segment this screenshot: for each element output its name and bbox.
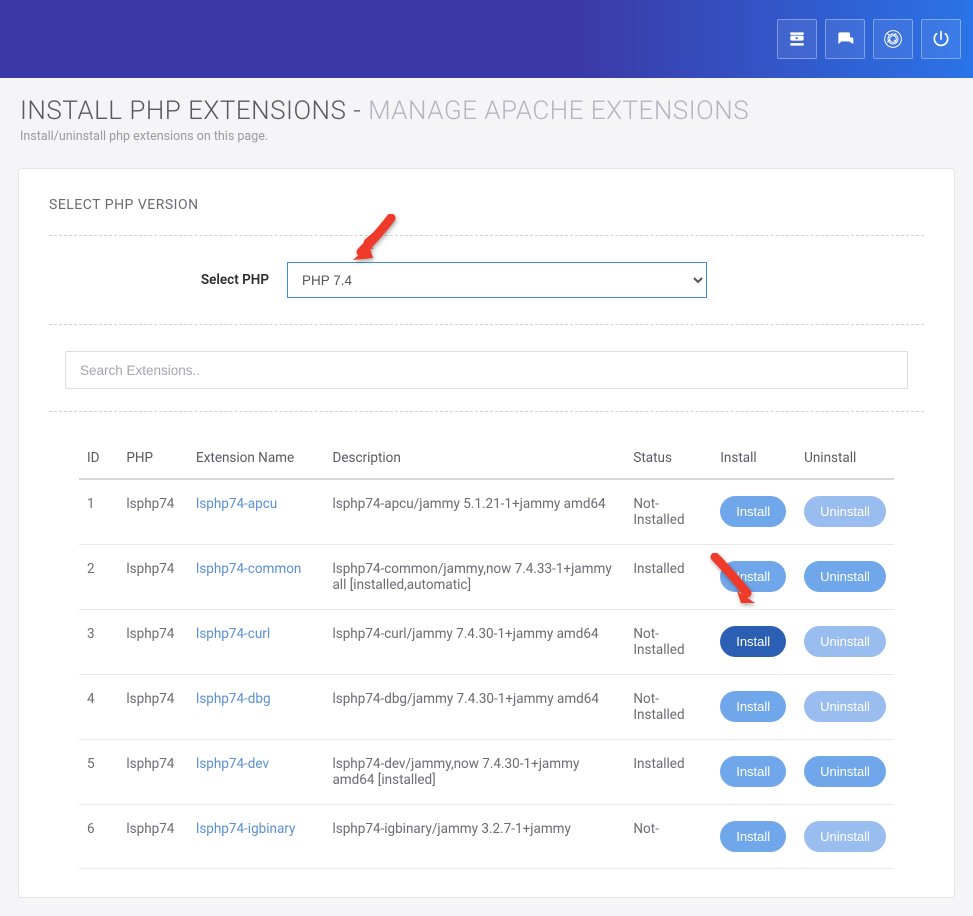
th-id: ID xyxy=(79,438,118,479)
uninstall-button[interactable]: Uninstall xyxy=(804,626,886,657)
cell-install: Install xyxy=(712,675,796,740)
cell-desc: lsphp74-dev/jammy,now 7.4.30-1+jammy amd… xyxy=(324,740,625,805)
th-desc: Description xyxy=(324,438,625,479)
cell-status: Not-Installed xyxy=(625,610,712,675)
uninstall-button[interactable]: Uninstall xyxy=(804,496,886,527)
install-button[interactable]: Install xyxy=(720,496,786,527)
uninstall-button[interactable]: Uninstall xyxy=(804,561,886,592)
table-row: 4lsphp74lsphp74-dbglsphp74-dbg/jammy 7.4… xyxy=(79,675,894,740)
cell-php: lsphp74 xyxy=(118,675,188,740)
cell-desc: lsphp74-common/jammy,now 7.4.33-1+jammy … xyxy=(324,545,625,610)
cell-id: 6 xyxy=(79,805,118,869)
divider xyxy=(49,324,924,325)
cell-status: Not- xyxy=(625,805,712,869)
cell-php: lsphp74 xyxy=(118,479,188,545)
cell-id: 3 xyxy=(79,610,118,675)
cell-install: Install xyxy=(712,479,796,545)
page-title-main: INSTALL PHP EXTENSIONS - xyxy=(20,96,361,126)
th-install: Install xyxy=(712,438,796,479)
cell-desc: lsphp74-curl/jammy 7.4.30-1+jammy amd64 xyxy=(324,610,625,675)
cell-php: lsphp74 xyxy=(118,740,188,805)
cell-ext: lsphp74-igbinary xyxy=(188,805,324,869)
divider xyxy=(49,411,924,412)
uninstall-button[interactable]: Uninstall xyxy=(804,821,886,852)
cell-desc: lsphp74-apcu/jammy 5.1.21-1+jammy amd64 xyxy=(324,479,625,545)
uninstall-button[interactable]: Uninstall xyxy=(804,691,886,722)
table-header-row: ID PHP Extension Name Description Status… xyxy=(79,438,894,479)
cell-ext: lsphp74-dbg xyxy=(188,675,324,740)
install-button[interactable]: Install xyxy=(720,561,786,592)
cell-status: Installed xyxy=(625,545,712,610)
php-select[interactable]: PHP 7.4 xyxy=(287,262,707,298)
main-card: SELECT PHP VERSION Select PHP PHP 7.4 ID… xyxy=(18,168,955,898)
table-row: 1lsphp74lsphp74-apculsphp74-apcu/jammy 5… xyxy=(79,479,894,545)
cell-desc: lsphp74-dbg/jammy 7.4.30-1+jammy amd64 xyxy=(324,675,625,740)
cell-id: 5 xyxy=(79,740,118,805)
cell-uninstall: Uninstall xyxy=(796,545,894,610)
search-wrap xyxy=(65,351,908,389)
table-row: 5lsphp74lsphp74-devlsphp74-dev/jammy,now… xyxy=(79,740,894,805)
cell-ext: lsphp74-apcu xyxy=(188,479,324,545)
search-input[interactable] xyxy=(65,351,908,389)
cell-uninstall: Uninstall xyxy=(796,740,894,805)
power-button[interactable] xyxy=(921,19,961,59)
cell-ext: lsphp74-dev xyxy=(188,740,324,805)
th-php: PHP xyxy=(118,438,188,479)
cell-ext: lsphp74-curl xyxy=(188,610,324,675)
cell-install: Install xyxy=(712,740,796,805)
install-button[interactable]: Install xyxy=(720,821,786,852)
page-title-sub: MANAGE APACHE EXTENSIONS xyxy=(368,96,749,126)
youtube-icon xyxy=(787,29,807,49)
page-title: INSTALL PHP EXTENSIONS - MANAGE APACHE E… xyxy=(20,96,953,126)
extensions-table-wrap: ID PHP Extension Name Description Status… xyxy=(79,438,894,869)
cell-uninstall: Uninstall xyxy=(796,675,894,740)
th-ext: Extension Name xyxy=(188,438,324,479)
cell-status: Not-Installed xyxy=(625,675,712,740)
cell-uninstall: Uninstall xyxy=(796,479,894,545)
cell-id: 2 xyxy=(79,545,118,610)
table-row: 3lsphp74lsphp74-curllsphp74-curl/jammy 7… xyxy=(79,610,894,675)
cell-uninstall: Uninstall xyxy=(796,805,894,869)
install-button[interactable]: Install xyxy=(720,626,786,657)
page-header: INSTALL PHP EXTENSIONS - MANAGE APACHE E… xyxy=(0,78,973,150)
th-status: Status xyxy=(625,438,712,479)
cell-php: lsphp74 xyxy=(118,805,188,869)
cell-php: lsphp74 xyxy=(118,545,188,610)
cell-install: Install xyxy=(712,805,796,869)
uninstall-button[interactable]: Uninstall xyxy=(804,756,886,787)
support-button[interactable] xyxy=(873,19,913,59)
cell-php: lsphp74 xyxy=(118,610,188,675)
php-select-row: Select PHP PHP 7.4 xyxy=(49,262,924,298)
divider xyxy=(49,235,924,236)
cell-ext: lsphp74-common xyxy=(188,545,324,610)
youtube-button[interactable] xyxy=(777,19,817,59)
chat-button[interactable] xyxy=(825,19,865,59)
power-icon xyxy=(931,29,951,49)
table-row: 6lsphp74lsphp74-igbinarylsphp74-igbinary… xyxy=(79,805,894,869)
install-button[interactable]: Install xyxy=(720,691,786,722)
php-select-label: Select PHP xyxy=(49,272,269,288)
topbar xyxy=(0,0,973,78)
cell-uninstall: Uninstall xyxy=(796,610,894,675)
cell-desc: lsphp74-igbinary/jammy 3.2.7-1+jammy xyxy=(324,805,625,869)
cell-id: 4 xyxy=(79,675,118,740)
cell-install: Install xyxy=(712,545,796,610)
page-subtitle: Install/uninstall php extensions on this… xyxy=(20,129,953,144)
cell-install: Install xyxy=(712,610,796,675)
th-uninstall: Uninstall xyxy=(796,438,894,479)
table-row: 2lsphp74lsphp74-commonlsphp74-common/jam… xyxy=(79,545,894,610)
install-button[interactable]: Install xyxy=(720,756,786,787)
lifebuoy-icon xyxy=(883,29,903,49)
chat-icon xyxy=(835,29,855,49)
cell-status: Installed xyxy=(625,740,712,805)
cell-status: Not-Installed xyxy=(625,479,712,545)
extensions-table: ID PHP Extension Name Description Status… xyxy=(79,438,894,869)
cell-id: 1 xyxy=(79,479,118,545)
section-title: SELECT PHP VERSION xyxy=(49,197,924,213)
